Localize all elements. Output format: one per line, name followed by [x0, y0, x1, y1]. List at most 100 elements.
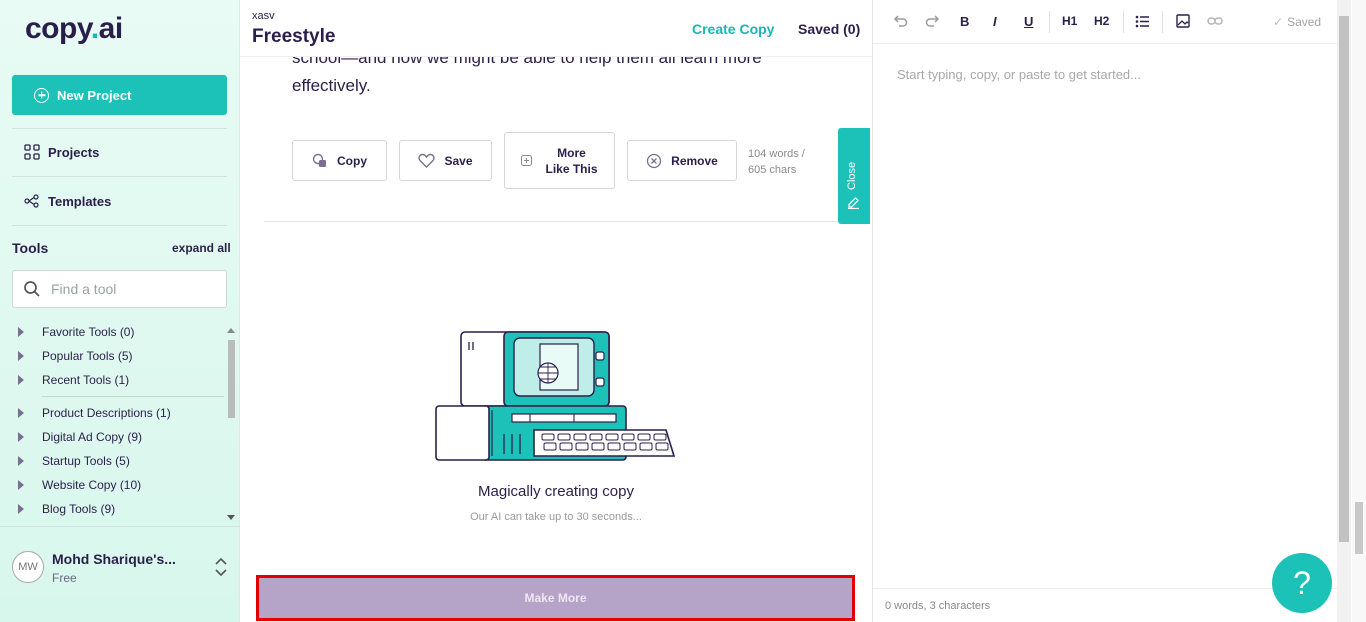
tool-group-blog-tools[interactable]: Blog Tools (9)	[12, 502, 115, 516]
logo-text-end: ai	[98, 12, 124, 45]
user-name: Mohd Sharique's...	[52, 551, 176, 567]
word-count: 104 words / 605 chars	[748, 146, 805, 178]
italic-button[interactable]: I	[993, 14, 997, 29]
scroll-down-arrow-icon[interactable]	[227, 515, 235, 520]
plus-square-icon	[521, 155, 533, 166]
main-header: xasv Freestyle Create Copy Saved (0)	[240, 0, 872, 57]
help-button[interactable]: ?	[1272, 553, 1332, 613]
save-button-label: Save	[444, 153, 473, 168]
tool-group-digital-ad-copy[interactable]: Digital Ad Copy (9)	[12, 430, 142, 444]
plus-circle-icon	[34, 87, 49, 103]
editor-toolbar: B I U H1 H2 ✓ Saved	[873, 0, 1337, 44]
tool-group-favorite[interactable]: Favorite Tools (0)	[12, 325, 134, 339]
image-icon[interactable]	[1176, 14, 1190, 28]
save-status: ✓ Saved	[1273, 15, 1321, 29]
logo[interactable]: copy.ai	[25, 12, 123, 46]
tab-saved[interactable]: Saved (0)	[798, 21, 860, 37]
user-menu[interactable]: MW Mohd Sharique's... Free	[0, 526, 240, 622]
user-plan: Free	[52, 571, 77, 585]
page-title: Freestyle	[252, 26, 336, 47]
tool-group-popular[interactable]: Popular Tools (5)	[12, 349, 133, 363]
heading1-button[interactable]: H1	[1062, 14, 1077, 28]
remove-button[interactable]: Remove	[627, 140, 737, 181]
more-like-this-label-line2: Like This	[545, 161, 598, 176]
make-more-button[interactable]: Make More	[256, 575, 855, 621]
toolbar-divider	[1162, 11, 1163, 33]
divider	[12, 176, 227, 177]
loading-subtitle: Our AI can take up to 30 seconds...	[470, 511, 642, 523]
tool-search[interactable]	[12, 270, 227, 308]
editor-word-count: 0 words, 3 characters	[885, 600, 991, 612]
search-input[interactable]	[51, 281, 211, 297]
tool-group-label: Blog Tools (9)	[42, 502, 116, 516]
result-divider	[264, 221, 839, 222]
copy-icon	[312, 153, 326, 167]
check-icon: ✓	[1273, 15, 1284, 29]
logo-dot: .	[90, 12, 99, 45]
more-like-this-button[interactable]: More Like This	[504, 132, 615, 189]
copy-button-label: Copy	[337, 153, 367, 168]
tool-group-label: Startup Tools (5)	[42, 454, 130, 468]
bullet-list-icon[interactable]	[1135, 14, 1150, 29]
redo-icon[interactable]	[925, 14, 940, 29]
toolbar-divider	[1123, 11, 1124, 33]
caret-right-icon	[18, 504, 24, 514]
scroll-up-arrow-icon[interactable]	[227, 328, 235, 333]
heart-icon	[418, 153, 436, 168]
toolbar-divider	[1049, 11, 1050, 33]
page-scrollbar[interactable]	[1352, 0, 1366, 622]
expand-all-link[interactable]: expand all	[172, 241, 231, 255]
save-status-label: Saved	[1287, 15, 1322, 29]
caret-right-icon	[18, 351, 24, 361]
sidebar-item-label: Projects	[48, 144, 100, 160]
tool-group-recent[interactable]: Recent Tools (1)	[12, 373, 129, 387]
word-count-chars: 605 chars	[748, 164, 797, 176]
tool-list: Favorite Tools (0) Popular Tools (5) Rec…	[12, 322, 224, 520]
editor-placeholder[interactable]: Start typing, copy, or paste to get star…	[897, 67, 1141, 82]
tool-group-label: Website Copy (10)	[42, 478, 142, 492]
more-like-this-label-line1: More	[557, 145, 586, 160]
loading-title: Magically creating copy	[478, 483, 634, 500]
grid-icon	[24, 144, 40, 160]
tool-divider	[42, 396, 224, 397]
caret-right-icon	[18, 432, 24, 442]
tool-group-startup-tools[interactable]: Startup Tools (5)	[12, 454, 130, 468]
editor-panel: B I U H1 H2 ✓ Saved Start typing, copy, o…	[872, 0, 1366, 622]
editor-footer: 0 words, 3 characters	[873, 588, 1337, 622]
main-panel: school—and how we might be able to help …	[240, 0, 872, 622]
save-button[interactable]: Save	[399, 140, 492, 181]
tool-group-label: Recent Tools (1)	[42, 373, 130, 387]
underline-button[interactable]: U	[1024, 14, 1033, 29]
tool-group-label: Product Descriptions (1)	[42, 406, 171, 420]
divider	[12, 128, 227, 129]
logo-text-main: copy	[25, 12, 91, 45]
heading2-button[interactable]: H2	[1094, 14, 1109, 28]
new-project-button[interactable]: New Project	[12, 75, 227, 115]
avatar: MW	[12, 551, 44, 583]
caret-right-icon	[18, 456, 24, 466]
caret-right-icon	[18, 375, 24, 385]
scroll-thumb[interactable]	[1339, 16, 1349, 542]
tool-group-product-descriptions[interactable]: Product Descriptions (1)	[12, 406, 171, 420]
tool-group-website-copy[interactable]: Website Copy (10)	[12, 478, 141, 492]
chevron-up-down-icon[interactable]	[214, 557, 228, 577]
close-editor-tab[interactable]: Close	[838, 128, 870, 224]
computer-illustration	[435, 331, 676, 461]
editor-scrollbar[interactable]	[1337, 0, 1351, 622]
scroll-thumb[interactable]	[1355, 502, 1363, 554]
copy-button[interactable]: Copy	[292, 140, 387, 181]
bold-button[interactable]: B	[960, 14, 969, 29]
sidebar-item-projects[interactable]: Projects	[24, 144, 99, 160]
undo-icon[interactable]	[893, 14, 908, 29]
tab-create-copy[interactable]: Create Copy	[692, 21, 774, 37]
remove-button-label: Remove	[671, 153, 718, 168]
scroll-thumb[interactable]	[228, 340, 235, 418]
sidebar-item-templates[interactable]: Templates	[24, 193, 111, 209]
tool-list-scrollbar[interactable]	[226, 326, 236, 522]
project-name: xasv	[252, 10, 275, 22]
link-icon[interactable]	[1207, 14, 1223, 28]
caret-right-icon	[18, 408, 24, 418]
word-count-words: 104 words /	[748, 148, 805, 160]
share-nodes-icon	[24, 194, 39, 208]
sidebar-item-label: Templates	[48, 193, 112, 209]
